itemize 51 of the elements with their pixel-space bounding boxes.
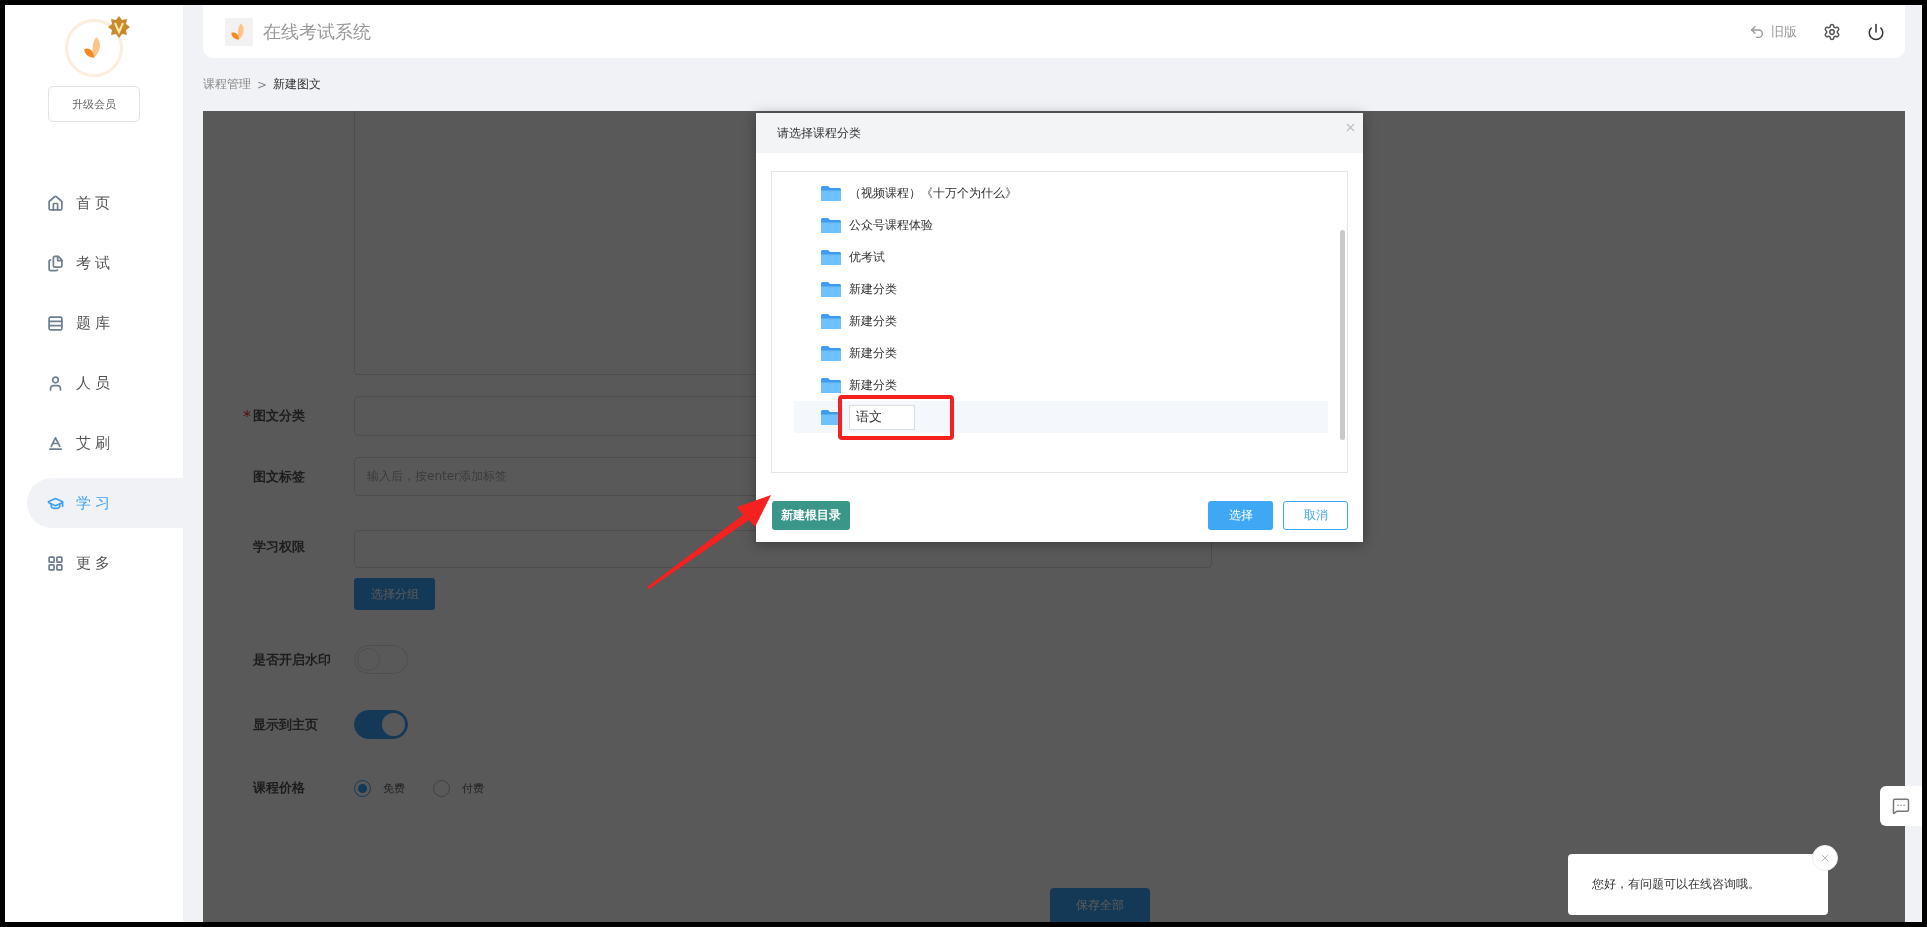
folder-item[interactable]: 公众号课程体验 [794, 209, 1328, 241]
nav-item[interactable]: 人员 [27, 358, 183, 408]
field-label: 是否开启水印 [253, 650, 332, 669]
folder-item[interactable]: 新建分类 [794, 273, 1328, 305]
scrollbar[interactable] [1340, 230, 1345, 440]
chat-button[interactable] [1880, 786, 1922, 826]
user-icon [47, 374, 64, 392]
dialog-title: 请选择课程分类 [777, 124, 861, 142]
chat-icon [1892, 797, 1910, 815]
app-title: 在线考试系统 [263, 19, 371, 44]
toggle-switch[interactable] [354, 710, 408, 739]
folder-item[interactable]: 新建分类 [794, 305, 1328, 337]
folder-item[interactable]: 优考试 [794, 241, 1328, 273]
field-label: 显示到主页 [253, 715, 319, 734]
required-mark: * [243, 407, 251, 426]
folder-icon [821, 313, 841, 329]
settings-icon[interactable] [1823, 22, 1841, 41]
nav-item[interactable]: 题库 [27, 298, 183, 348]
folder-item[interactable]: （视频课程）《十万个为什么》 [794, 177, 1328, 209]
list-icon [47, 314, 64, 332]
folder-icon [821, 217, 841, 233]
close-icon[interactable] [1344, 121, 1357, 134]
folder-icon [821, 345, 841, 361]
folder-icon [821, 185, 841, 201]
folder-icon [821, 249, 841, 265]
undo-icon [1749, 23, 1765, 40]
breadcrumb-separator: > [257, 77, 268, 92]
chat-message: 您好，有问题可以在线咨询哦。 [1592, 876, 1760, 893]
field-label: 学习权限 [253, 538, 306, 556]
field-label: 图文分类 [253, 407, 306, 425]
nav-item[interactable]: 考试 [27, 238, 183, 288]
letter-icon [47, 434, 64, 452]
close-icon [1819, 852, 1831, 864]
new-root-button[interactable]: 新建根目录 [772, 501, 850, 530]
upgrade-button[interactable]: 升级会员 [48, 86, 140, 122]
home-icon [47, 194, 64, 212]
folder-icon [821, 377, 841, 393]
folder-name-input[interactable]: 语文 [849, 404, 915, 430]
folder-icon [821, 281, 841, 297]
field-label: 图文标签 [253, 467, 306, 486]
grid-icon [47, 554, 64, 572]
nav-item[interactable]: 艾刷 [27, 418, 183, 468]
nav-item[interactable]: 更多 [27, 538, 183, 588]
power-icon[interactable] [1867, 22, 1885, 41]
folder-item[interactable]: 新建分类 [794, 369, 1328, 401]
vip-badge-icon [108, 16, 130, 38]
folder-item[interactable]: 语文 [794, 401, 1328, 433]
nav-item[interactable]: 首页 [27, 178, 183, 228]
field-label: 课程价格 [253, 779, 306, 797]
folder-item[interactable]: 新建分类 [794, 337, 1328, 369]
document-icon [47, 254, 64, 272]
